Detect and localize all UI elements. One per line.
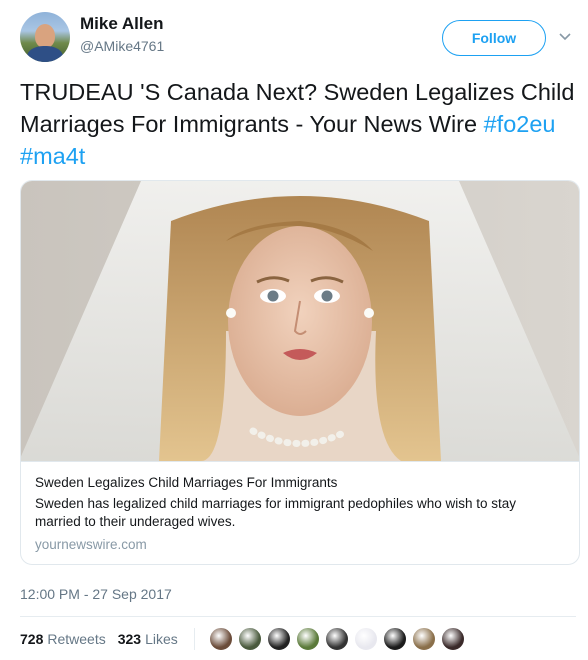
user-name[interactable]: Mike Allen [80,14,163,34]
liker-avatar-7[interactable] [382,627,407,651]
liker-avatar-8[interactable] [411,627,436,651]
liker-avatar-9[interactable] [440,627,465,651]
card-image[interactable] [21,181,579,461]
avatar-shirt [27,46,63,62]
card-body[interactable]: Sweden Legalizes Child Marriages For Imm… [21,461,579,564]
avatar-face [35,24,55,48]
liker-avatars [208,627,470,651]
tweet-timestamp[interactable]: 12:00 PM - 27 Sep 2017 [20,586,172,602]
liker-avatar-4[interactable] [295,627,320,651]
hashtag-link[interactable]: #fo2eu [484,111,556,137]
tweet-header: Mike Allen @AMike4761 Follow [20,12,580,66]
card-domain[interactable]: yournewswire.com [35,537,565,552]
card-description: Sweden has legalized child marriages for… [35,496,516,529]
liker-avatar-1[interactable] [208,627,233,651]
tweet-stats: 728 Retweets 323 Likes [20,627,470,651]
hashtag-link[interactable]: #ma4t [20,143,85,169]
retweets-stat[interactable]: 728 Retweets [20,631,106,647]
card-title[interactable]: Sweden Legalizes Child Marriages For Imm… [35,474,565,492]
tweet-text: TRUDEAU 'S Canada Next? Sweden Legalizes… [20,76,576,172]
link-card[interactable]: Sweden Legalizes Child Marriages For Imm… [20,180,580,565]
follow-button[interactable]: Follow [442,20,546,56]
liker-avatar-5[interactable] [324,627,349,651]
liker-avatar-6[interactable] [353,627,378,651]
retweets-count: 728 [20,631,44,647]
liker-avatar-3[interactable] [266,627,291,651]
likes-stat[interactable]: 323 Likes [118,631,178,647]
divider [20,616,576,617]
likes-label: Likes [145,631,178,647]
avatar[interactable] [20,12,70,62]
chevron-down-icon[interactable] [558,30,572,44]
liker-avatar-2[interactable] [237,627,262,651]
likes-count: 323 [117,631,142,647]
stats-divider [193,628,195,650]
retweets-label: Retweets [47,631,106,647]
user-handle[interactable]: @AMike4761 [80,38,164,54]
